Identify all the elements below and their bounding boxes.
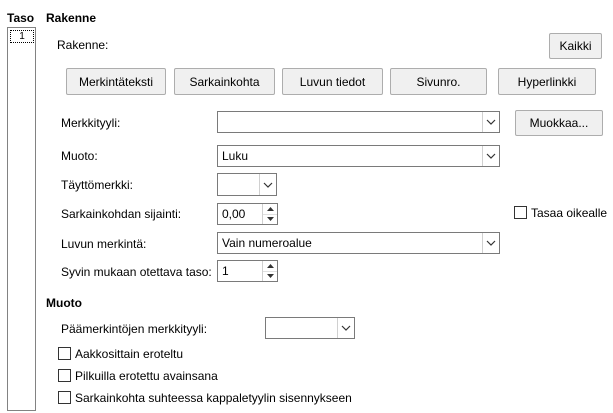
structure-label: Rakenne: xyxy=(57,38,109,52)
keys-separate-label: Pilkuilla erotettu avainsana xyxy=(75,369,218,383)
hyperlink-button[interactable]: Hyperlinkki xyxy=(498,68,596,95)
tab-stop-button[interactable]: Sarkainkohta xyxy=(174,68,275,95)
chevron-down-icon xyxy=(259,174,276,195)
fill-char-label: Täyttömerkki: xyxy=(61,178,134,192)
format-label: Muoto: xyxy=(61,149,98,163)
keys-separate-checkbox[interactable] xyxy=(58,369,71,382)
spin-down-icon[interactable] xyxy=(263,214,277,224)
chevron-down-icon xyxy=(482,146,499,166)
structure-heading: Rakenne xyxy=(46,11,97,25)
chevron-down-icon xyxy=(482,112,499,132)
eval-level-spinbox[interactable]: 1 xyxy=(217,260,278,282)
level-heading: Taso xyxy=(7,11,35,25)
fill-char-select[interactable] xyxy=(217,173,277,196)
spin-buttons[interactable] xyxy=(262,204,277,224)
level-item-selected[interactable]: 1 xyxy=(10,30,34,43)
alphabetical-delimiter-checkbox[interactable] xyxy=(58,347,71,360)
chapter-entry-select[interactable]: Vain numeroalue xyxy=(217,232,500,254)
spin-down-icon[interactable] xyxy=(263,271,277,281)
chevron-down-icon xyxy=(337,318,354,338)
format-heading: Muoto xyxy=(46,296,82,310)
spin-buttons[interactable] xyxy=(262,261,277,281)
edit-button[interactable]: Muokkaa... xyxy=(515,110,603,136)
tab-relative-checkbox[interactable] xyxy=(58,391,71,404)
tab-relative-label: Sarkainkohta suhteessa kappaletyylin sis… xyxy=(75,391,352,405)
entry-text-button[interactable]: Merkintäteksti xyxy=(66,68,166,95)
chevron-down-icon xyxy=(482,233,499,253)
chapter-entry-label: Luvun merkintä: xyxy=(61,237,147,251)
page-number-button[interactable]: Sivunro. xyxy=(390,68,487,95)
main-entry-style-label: Päämerkintöjen merkkityyli: xyxy=(61,322,208,336)
eval-level-label: Syvin mukaan otettava taso: xyxy=(61,265,212,279)
chapter-info-button[interactable]: Luvun tiedot xyxy=(282,68,383,95)
align-right-checkbox[interactable] xyxy=(514,206,527,219)
align-right-label: Tasaa oikealle xyxy=(531,206,608,220)
format-select[interactable]: Luku xyxy=(217,145,500,167)
tab-position-spinbox[interactable]: 0,00 xyxy=(217,203,278,225)
main-entry-style-select[interactable] xyxy=(265,317,355,339)
char-style-label: Merkkityyli: xyxy=(61,116,121,130)
tab-position-label: Sarkainkohdan sijainti: xyxy=(61,207,182,221)
level-list[interactable]: 1 xyxy=(7,27,36,411)
alphabetical-delimiter-label: Aakkosittain eroteltu xyxy=(75,347,184,361)
char-style-select[interactable] xyxy=(217,111,500,133)
all-button[interactable]: Kaikki xyxy=(549,33,602,59)
